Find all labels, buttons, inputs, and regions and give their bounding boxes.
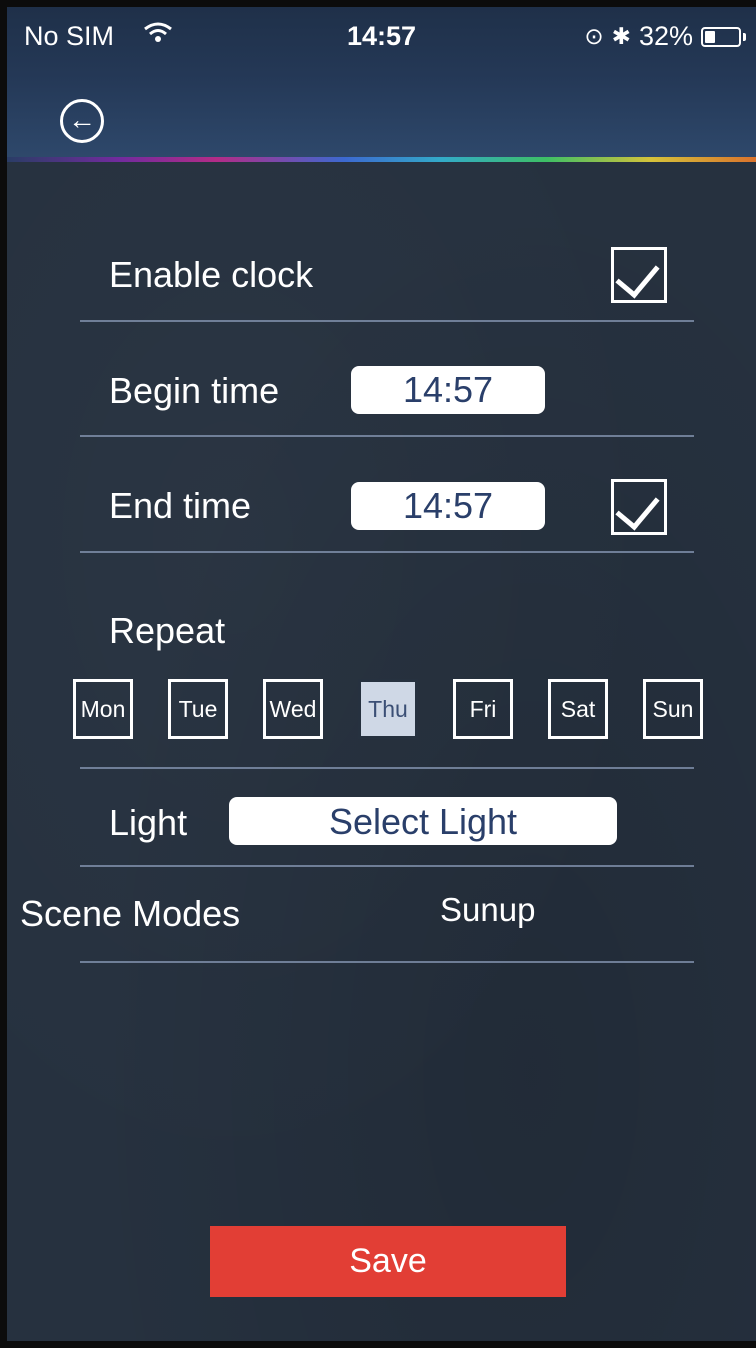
scene-modes-label: Scene Modes: [20, 893, 241, 934]
battery-tip: [743, 32, 746, 41]
day-wed-button[interactable]: Wed: [263, 679, 323, 739]
begin-time-field[interactable]: 14:57: [351, 366, 545, 414]
divider: [80, 865, 694, 867]
day-tue-button[interactable]: Tue: [168, 679, 228, 739]
save-button[interactable]: Save: [210, 1226, 566, 1297]
arrow-left-circle-icon: ←: [68, 104, 96, 135]
divider: [80, 961, 694, 963]
enable-clock-label: Enable clock: [109, 254, 314, 295]
day-thu-button[interactable]: Thu: [358, 679, 418, 739]
end-time-field[interactable]: 14:57: [351, 482, 545, 530]
checkmark-icon: [615, 484, 660, 531]
battery-icon: [701, 26, 741, 47]
scene-mode-value[interactable]: Sunup: [440, 891, 535, 929]
repeat-label: Repeat: [109, 610, 226, 651]
back-button[interactable]: ←: [60, 99, 104, 143]
battery-percent: 32%: [638, 21, 693, 51]
divider: [80, 320, 694, 322]
rotation-lock-icon: ⊙: [584, 23, 604, 49]
select-light-button[interactable]: Select Light: [229, 797, 617, 845]
checkmark-icon: [615, 252, 660, 299]
day-sat-button[interactable]: Sat: [548, 679, 608, 739]
end-time-label: End time: [109, 485, 252, 526]
divider: [80, 551, 694, 553]
day-fri-button[interactable]: Fri: [453, 679, 513, 739]
status-bar: No SIM 14:57 ⊙ ✱ 32%: [7, 7, 756, 65]
screen: No SIM 14:57 ⊙ ✱ 32% ← Enable clock Begi…: [0, 0, 756, 1348]
enable-clock-checkbox[interactable]: [611, 247, 667, 303]
light-label: Light: [109, 802, 188, 843]
divider: [80, 435, 694, 437]
begin-time-label: Begin time: [109, 370, 280, 411]
day-sun-button[interactable]: Sun: [643, 679, 703, 739]
status-right-group: ⊙ ✱ 32%: [584, 21, 746, 52]
bluetooth-icon: ✱: [611, 23, 631, 49]
end-time-checkbox[interactable]: [611, 479, 667, 535]
rainbow-divider: [7, 157, 756, 162]
day-mon-button[interactable]: Mon: [73, 679, 133, 739]
divider: [80, 767, 694, 769]
battery-level-fill: [705, 30, 715, 43]
